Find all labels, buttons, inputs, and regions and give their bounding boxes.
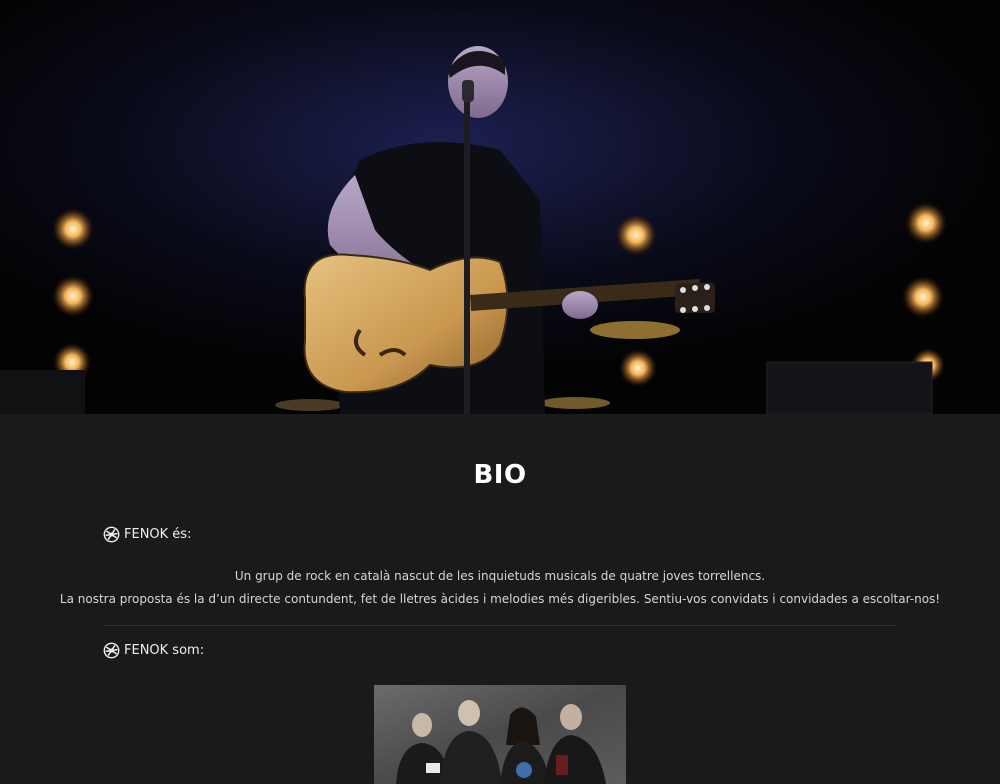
fenok-logo-icon xyxy=(103,526,120,543)
hero-image xyxy=(0,0,1000,414)
bio-paragraph-1: Un grup de rock en català nascut de les … xyxy=(234,569,766,583)
section-heading-es: FENOK és: xyxy=(103,526,191,543)
band-members-image xyxy=(374,685,626,784)
stage-photo xyxy=(0,0,1000,414)
section-heading-som: FENOK som: xyxy=(103,642,204,659)
bio-paragraph-2: La nostra proposta és la d’un directe co… xyxy=(59,592,941,606)
page-title: BIO xyxy=(473,460,527,490)
section-divider xyxy=(103,625,897,626)
fenok-logo-icon xyxy=(103,642,120,659)
section-heading-label: FENOK som: xyxy=(124,643,205,658)
band-photo xyxy=(374,685,626,784)
section-heading-label: FENOK és: xyxy=(124,527,192,542)
